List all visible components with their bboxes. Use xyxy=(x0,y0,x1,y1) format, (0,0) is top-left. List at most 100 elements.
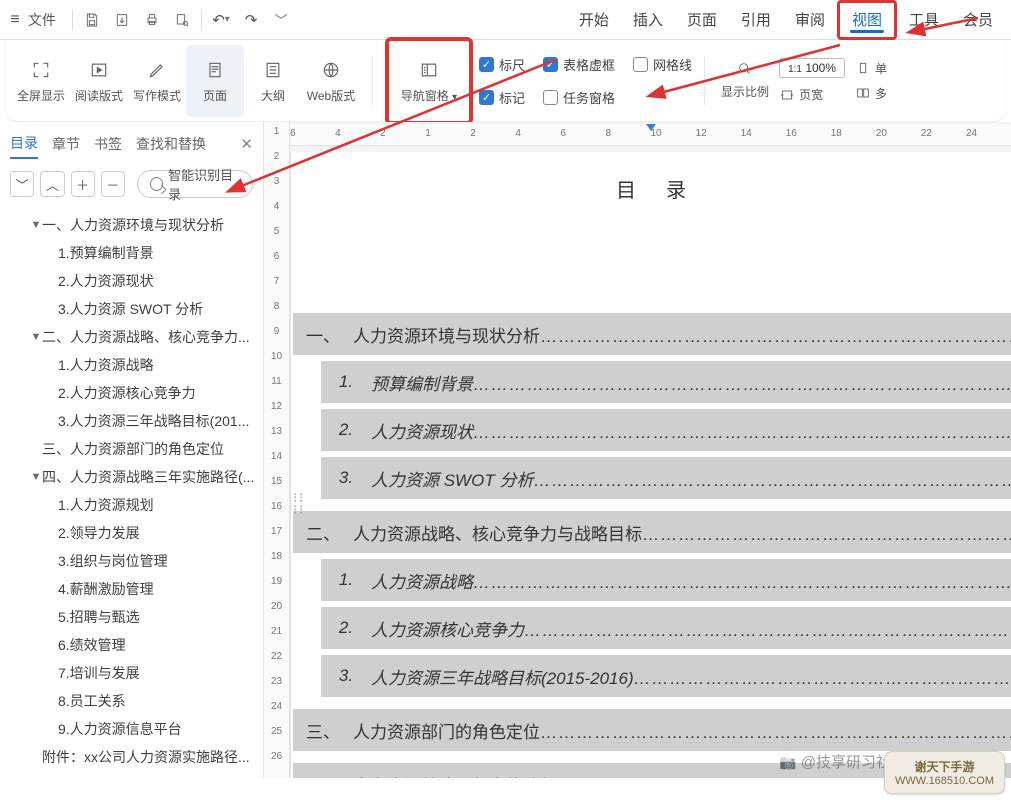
check-taskpane[interactable]: 任务窗格 xyxy=(543,88,615,107)
tree-item[interactable]: 1.人力资源规划 xyxy=(8,491,259,519)
menu-tab-引用[interactable]: 引用 xyxy=(729,0,783,40)
hruler-tick: 2 xyxy=(470,128,476,139)
collapse-down-button[interactable]: ﹀ xyxy=(10,171,34,197)
tree-item[interactable]: 2.人力资源现状 xyxy=(8,267,259,295)
toc-tree[interactable]: ▼一、人力资源环境与现状分析1.预算编制背景2.人力资源现状3.人力资源 SWO… xyxy=(0,208,263,778)
menu-tab-页面[interactable]: 页面 xyxy=(675,0,729,40)
document-page[interactable]: 目录 ⁝⁝⁝⁝ 一、人力资源环境与现状分析1.预算编制背景2.人力资源现状3.人… xyxy=(290,152,1011,778)
preview-icon[interactable] xyxy=(169,7,195,33)
toc-row[interactable]: 三、人力资源部门的角色定位 xyxy=(293,709,1011,751)
menu-bar: ≡ 文件 ↶▾ ↷ ﹀ 开始插入页面引用审阅视图工具会员 xyxy=(0,0,1011,40)
badge-url: WWW.168510.COM xyxy=(895,775,994,787)
toc-row[interactable]: 1.人力资源战略 xyxy=(321,559,1011,601)
tree-item[interactable]: 4.薪酬激励管理 xyxy=(8,575,259,603)
page-layout-button[interactable]: 页面 xyxy=(186,45,244,117)
check-marks[interactable]: ✓标记 xyxy=(479,88,525,107)
menu-tab-插入[interactable]: 插入 xyxy=(621,0,675,40)
zoom-button[interactable]: 显示比例 xyxy=(721,61,769,100)
fullscreen-button[interactable]: 全屏显示 xyxy=(12,45,70,117)
redo-icon[interactable]: ↷ xyxy=(238,7,264,33)
tree-item[interactable]: 2.领导力发展 xyxy=(8,519,259,547)
col-zoom-page: 1:1 100% 页宽 xyxy=(779,58,845,103)
toc-row[interactable]: 3.人力资源 SWOT 分析 xyxy=(321,457,1011,499)
vruler-tick: 16 xyxy=(264,501,289,512)
collapse-up-button[interactable]: ︿ xyxy=(40,171,64,197)
tab-chapter[interactable]: 章节 xyxy=(52,130,80,158)
tree-item-label: 3.人力资源三年战略目标(201... xyxy=(58,407,249,435)
tree-item[interactable]: 5.招聘与甄选 xyxy=(8,603,259,631)
play-icon xyxy=(89,57,109,83)
pencil-icon xyxy=(147,57,167,83)
tree-item-label: 4.薪酬激励管理 xyxy=(58,575,154,603)
tree-item[interactable]: ▼二、人力资源战略、核心竞争力... xyxy=(8,323,259,351)
tree-item[interactable]: 9.人力资源信息平台 xyxy=(8,715,259,743)
print-icon[interactable] xyxy=(139,7,165,33)
toc-row[interactable]: 二、人力资源战略、核心竞争力与战略目标 xyxy=(293,511,1011,553)
toc-row[interactable]: 一、人力资源环境与现状分析 xyxy=(293,313,1011,355)
fullscreen-label: 全屏显示 xyxy=(17,87,65,104)
page-width-button[interactable]: 页宽 xyxy=(779,86,845,103)
toc-row[interactable]: 3.人力资源三年战略目标(2015-2016) xyxy=(321,655,1011,697)
tree-item[interactable]: 2.人力资源核心竞争力 xyxy=(8,379,259,407)
add-heading-button[interactable]: ＋ xyxy=(71,171,95,197)
tree-item[interactable]: 三、人力资源部门的角色定位 xyxy=(8,435,259,463)
toc-number: 2. xyxy=(321,420,371,440)
zoom-percent[interactable]: 1:1 100% xyxy=(779,58,845,78)
menu-tab-审阅[interactable]: 审阅 xyxy=(783,0,837,40)
check-gridframe-label: 表格虚框 xyxy=(563,55,615,74)
drag-handle-icon[interactable]: ⁝⁝⁝⁝ xyxy=(293,492,305,516)
toc-row[interactable]: 2.人力资源核心竞争力 xyxy=(321,607,1011,649)
tree-item[interactable]: 3.组织与岗位管理 xyxy=(8,547,259,575)
save-icon[interactable] xyxy=(79,7,105,33)
outline-button[interactable]: 大纲 xyxy=(244,45,302,117)
hruler-tick: 8 xyxy=(605,128,611,139)
toc-row[interactable]: 2.人力资源现状 xyxy=(321,409,1011,451)
tree-item[interactable]: 6.绩效管理 xyxy=(8,631,259,659)
menu-tab-会员[interactable]: 会员 xyxy=(951,0,1005,40)
single-page-button[interactable]: 单 xyxy=(855,60,887,77)
smart-toc-button[interactable]: 智能识别目录 xyxy=(137,170,253,198)
tree-item[interactable]: 8.员工关系 xyxy=(8,687,259,715)
tree-item[interactable]: ▼四、人力资源战略三年实施路径(... xyxy=(8,463,259,491)
vruler-tick: 13 xyxy=(264,426,289,437)
tree-item-label: 二、人力资源战略、核心竞争力... xyxy=(42,323,250,351)
menu-tab-视图[interactable]: 视图 xyxy=(837,0,897,40)
nav-pane-button[interactable]: 导航窗格 ▾ xyxy=(391,45,467,117)
hamburger-icon[interactable]: ≡ xyxy=(6,11,24,29)
undo-icon[interactable]: ↶▾ xyxy=(208,7,234,33)
separator xyxy=(72,10,73,30)
check-ruler[interactable]: ✓标尺 xyxy=(479,55,525,74)
page-icon xyxy=(205,57,225,83)
reading-layout-button[interactable]: 阅读版式 xyxy=(70,45,128,117)
export-icon[interactable] xyxy=(109,7,135,33)
toc-row[interactable]: 1.预算编制背景 xyxy=(321,361,1011,403)
tree-item[interactable]: 3.人力资源三年战略目标(201... xyxy=(8,407,259,435)
remove-heading-button[interactable]: － xyxy=(101,171,125,197)
tab-bookmark[interactable]: 书签 xyxy=(94,130,122,158)
menu-tab-开始[interactable]: 开始 xyxy=(567,0,621,40)
tab-find-replace[interactable]: 查找和替换 xyxy=(136,130,206,158)
toc-number: 四、 xyxy=(293,772,353,779)
tree-item[interactable]: 1.预算编制背景 xyxy=(8,239,259,267)
vruler-tick: 24 xyxy=(264,701,289,712)
tree-item[interactable]: ▼一、人力资源环境与现状分析 xyxy=(8,211,259,239)
tree-item[interactable]: 1.人力资源战略 xyxy=(8,351,259,379)
tree-item[interactable]: 附件：xx公司人力资源实施路径... xyxy=(8,743,259,771)
check-gridlines[interactable]: 网格线 xyxy=(633,55,692,74)
zoom-label: 显示比例 xyxy=(721,83,769,100)
multi-page-button[interactable]: 多 xyxy=(855,85,887,102)
tab-toc[interactable]: 目录 xyxy=(10,129,38,159)
more-dropdown-icon[interactable]: ﹀ xyxy=(268,7,294,33)
hruler-tick: 24 xyxy=(966,128,977,139)
file-menu[interactable]: 文件 xyxy=(28,10,56,30)
web-layout-button[interactable]: Web版式 xyxy=(302,45,360,117)
triangle-icon: ▼ xyxy=(30,211,42,239)
menu-tab-工具[interactable]: 工具 xyxy=(897,0,951,40)
separator xyxy=(704,57,705,105)
check-gridframe[interactable]: ✓表格虚框 xyxy=(543,55,615,74)
tree-item[interactable]: 7.培训与发展 xyxy=(8,659,259,687)
tree-item[interactable]: 3.人力资源 SWOT 分析 xyxy=(8,295,259,323)
writing-mode-button[interactable]: 写作模式 xyxy=(128,45,186,117)
tree-item-label: 2.人力资源现状 xyxy=(58,267,154,295)
close-icon[interactable]: ✕ xyxy=(240,135,253,153)
